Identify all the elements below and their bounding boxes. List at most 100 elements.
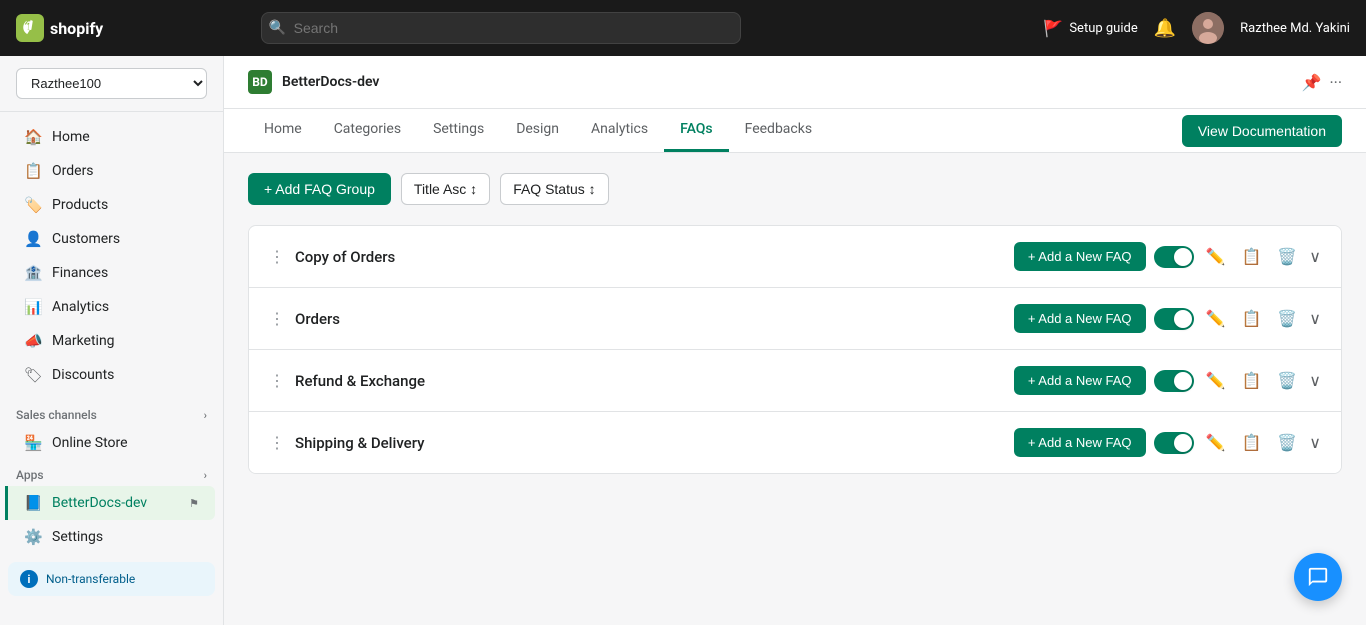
table-row: ⋮ Refund & Exchange + Add a New FAQ ✏️ 📋… bbox=[249, 350, 1341, 412]
copy-icon[interactable]: 📋 bbox=[1237, 243, 1265, 270]
sidebar-item-online-store[interactable]: 🏪 Online Store bbox=[8, 426, 215, 460]
faq-group-toggle[interactable] bbox=[1154, 370, 1194, 392]
shopify-logo-icon bbox=[16, 14, 44, 42]
add-new-faq-button[interactable]: + Add a New FAQ bbox=[1014, 304, 1146, 333]
sidebar-item-betterdocs[interactable]: 📘 BetterDocs-dev ⚑ bbox=[5, 486, 215, 520]
delete-icon[interactable]: 🗑️ bbox=[1273, 367, 1301, 394]
view-documentation-button[interactable]: View Documentation bbox=[1182, 115, 1342, 147]
tab-categories[interactable]: Categories bbox=[318, 109, 417, 152]
delete-icon[interactable]: 🗑️ bbox=[1273, 305, 1301, 332]
delete-icon[interactable]: 🗑️ bbox=[1273, 429, 1301, 456]
sidebar-item-home[interactable]: 🏠 Home bbox=[8, 120, 215, 154]
copy-icon[interactable]: 📋 bbox=[1237, 305, 1265, 332]
sidebar-label-analytics: Analytics bbox=[52, 299, 109, 315]
apps-expand-icon[interactable]: › bbox=[204, 469, 207, 482]
search-bar: 🔍 bbox=[261, 12, 741, 44]
group-actions: + Add a New FAQ ✏️ 📋 🗑️ ∨ bbox=[1014, 428, 1321, 457]
bell-icon[interactable]: 🔔 bbox=[1154, 18, 1176, 39]
analytics-icon: 📊 bbox=[24, 298, 42, 316]
drag-handle-icon[interactable]: ⋮ bbox=[269, 371, 285, 390]
sidebar-item-marketing[interactable]: 📣 Marketing bbox=[8, 324, 215, 358]
pin-icon[interactable]: 📌 bbox=[1302, 73, 1322, 92]
orders-icon: 📋 bbox=[24, 162, 42, 180]
chevron-down-icon[interactable]: ∨ bbox=[1309, 247, 1321, 266]
tab-analytics[interactable]: Analytics bbox=[575, 109, 664, 152]
faq-group-name: Orders bbox=[295, 310, 1014, 328]
setup-guide-label: Setup guide bbox=[1069, 21, 1137, 36]
sidebar-item-products[interactable]: 🏷️ Products bbox=[8, 188, 215, 222]
edit-icon[interactable]: ✏️ bbox=[1202, 305, 1230, 332]
plugin-actions: 📌 ··· bbox=[1302, 73, 1342, 92]
main-content: BD BetterDocs-dev 📌 ··· Home Categories … bbox=[224, 56, 1366, 625]
tab-feedbacks[interactable]: Feedbacks bbox=[729, 109, 828, 152]
store-selector[interactable]: Razthee100 bbox=[0, 56, 223, 112]
top-nav-right: 🚩 Setup guide 🔔 Razthee Md. Yakini bbox=[1043, 12, 1350, 44]
table-row: ⋮ Orders + Add a New FAQ ✏️ 📋 🗑️ ∨ bbox=[249, 288, 1341, 350]
sidebar-item-orders[interactable]: 📋 Orders bbox=[8, 154, 215, 188]
add-faq-group-button[interactable]: + Add FAQ Group bbox=[248, 173, 391, 205]
edit-icon[interactable]: ✏️ bbox=[1202, 429, 1230, 456]
more-options-icon[interactable]: ··· bbox=[1329, 73, 1342, 92]
chat-button[interactable] bbox=[1294, 553, 1342, 601]
sales-channels-label: Sales channels › bbox=[0, 400, 223, 426]
non-transferable-banner: i Non-transferable bbox=[8, 562, 215, 596]
tab-home[interactable]: Home bbox=[248, 109, 318, 152]
flag-icon: 🚩 bbox=[1043, 19, 1063, 38]
sidebar-item-finances[interactable]: 🏦 Finances bbox=[8, 256, 215, 290]
non-transferable-label: Non-transferable bbox=[46, 572, 135, 586]
store-select[interactable]: Razthee100 bbox=[16, 68, 207, 99]
chevron-down-icon[interactable]: ∨ bbox=[1309, 309, 1321, 328]
faq-group-toggle[interactable] bbox=[1154, 246, 1194, 268]
faq-group-toggle[interactable] bbox=[1154, 308, 1194, 330]
discounts-icon: 🏷 bbox=[24, 366, 42, 384]
search-input[interactable] bbox=[261, 12, 741, 44]
add-new-faq-button[interactable]: + Add a New FAQ bbox=[1014, 242, 1146, 271]
sidebar-label-settings: Settings bbox=[52, 529, 103, 545]
edit-icon[interactable]: ✏️ bbox=[1202, 243, 1230, 270]
plugin-icon: BD bbox=[248, 70, 272, 94]
user-name: Razthee Md. Yakini bbox=[1240, 21, 1350, 36]
shopify-logo: shopify bbox=[16, 14, 103, 42]
faq-status-dropdown[interactable]: FAQ Status ↕ bbox=[500, 173, 608, 205]
copy-icon[interactable]: 📋 bbox=[1237, 367, 1265, 394]
tab-settings[interactable]: Settings bbox=[417, 109, 500, 152]
sidebar-label-home: Home bbox=[52, 129, 90, 145]
tab-design[interactable]: Design bbox=[500, 109, 575, 152]
tab-faqs[interactable]: FAQs bbox=[664, 109, 729, 152]
add-new-faq-button[interactable]: + Add a New FAQ bbox=[1014, 428, 1146, 457]
add-new-faq-button[interactable]: + Add a New FAQ bbox=[1014, 366, 1146, 395]
tab-nav-right: View Documentation bbox=[1182, 115, 1342, 147]
home-icon: 🏠 bbox=[24, 128, 42, 146]
sidebar-item-customers[interactable]: 👤 Customers bbox=[8, 222, 215, 256]
setup-guide-button[interactable]: 🚩 Setup guide bbox=[1043, 19, 1137, 38]
table-row: ⋮ Shipping & Delivery + Add a New FAQ ✏️… bbox=[249, 412, 1341, 473]
app-badge-icon: ⚑ bbox=[189, 497, 199, 510]
sidebar-label-betterdocs: BetterDocs-dev bbox=[52, 495, 147, 511]
drag-handle-icon[interactable]: ⋮ bbox=[269, 433, 285, 452]
sidebar-label-products: Products bbox=[52, 197, 108, 213]
sidebar-item-analytics[interactable]: 📊 Analytics bbox=[8, 290, 215, 324]
drag-handle-icon[interactable]: ⋮ bbox=[269, 309, 285, 328]
edit-icon[interactable]: ✏️ bbox=[1202, 367, 1230, 394]
sales-channels-expand-icon[interactable]: › bbox=[204, 409, 207, 422]
delete-icon[interactable]: 🗑️ bbox=[1273, 243, 1301, 270]
faq-groups-list: ⋮ Copy of Orders + Add a New FAQ ✏️ 📋 🗑️… bbox=[248, 225, 1342, 474]
sidebar-item-settings[interactable]: ⚙️ Settings bbox=[8, 520, 215, 554]
online-store-icon: 🏪 bbox=[24, 434, 42, 452]
betterdocs-icon: 📘 bbox=[24, 494, 42, 512]
apps-label: Apps › bbox=[0, 460, 223, 486]
title-sort-dropdown[interactable]: Title Asc ↕ bbox=[401, 173, 490, 205]
faq-group-toggle[interactable] bbox=[1154, 432, 1194, 454]
chevron-down-icon[interactable]: ∨ bbox=[1309, 433, 1321, 452]
group-actions: + Add a New FAQ ✏️ 📋 🗑️ ∨ bbox=[1014, 304, 1321, 333]
copy-icon[interactable]: 📋 bbox=[1237, 429, 1265, 456]
sidebar-item-discounts[interactable]: 🏷 Discounts bbox=[8, 358, 215, 392]
faq-group-name: Shipping & Delivery bbox=[295, 434, 1014, 452]
faq-group-name: Refund & Exchange bbox=[295, 372, 1014, 390]
finances-icon: 🏦 bbox=[24, 264, 42, 282]
marketing-icon: 📣 bbox=[24, 332, 42, 350]
drag-handle-icon[interactable]: ⋮ bbox=[269, 247, 285, 266]
content-area: + Add FAQ Group Title Asc ↕ FAQ Status ↕… bbox=[224, 153, 1366, 625]
chevron-down-icon[interactable]: ∨ bbox=[1309, 371, 1321, 390]
sidebar-label-orders: Orders bbox=[52, 163, 94, 179]
